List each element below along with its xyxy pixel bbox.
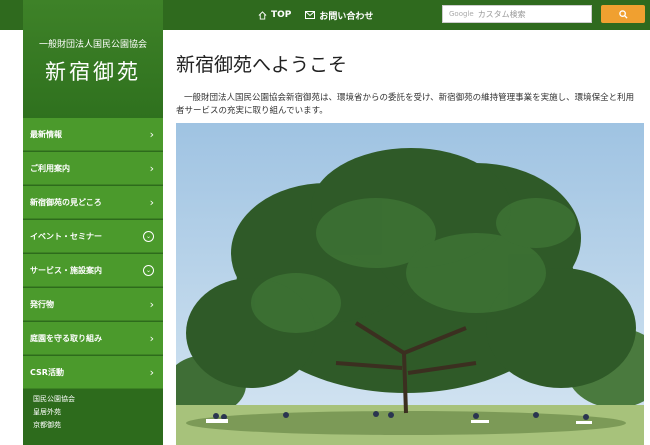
- sidebar-item-conservation[interactable]: 庭園を守る取り組み ›: [23, 322, 163, 355]
- sidebar: 一般財団法人国民公園協会 新宿御苑 最新情報 › ご利用案内 › 新宿御苑の見ど…: [23, 0, 163, 445]
- sidebar-item-label: CSR活動: [30, 367, 64, 377]
- search-placeholder: カスタム検索: [477, 9, 526, 19]
- top-link[interactable]: TOP: [258, 10, 291, 20]
- sidebar-item-guide[interactable]: ご利用案内 ›: [23, 152, 163, 185]
- sub-links: 国民公園協会 皇居外苑 京都御苑: [33, 393, 75, 432]
- sidebar-item-label: 庭園を守る取り組み: [30, 333, 102, 343]
- sidebar-item-label: ご利用案内: [30, 163, 70, 173]
- brand-logo[interactable]: 一般財団法人国民公園協会 新宿御苑: [23, 0, 163, 118]
- org-name: 一般財団法人国民公園協会: [38, 40, 147, 50]
- sidebar-item-news[interactable]: 最新情報 ›: [23, 118, 163, 151]
- search-input[interactable]: Google カスタム検索: [442, 5, 592, 23]
- sidebar-item-label: イベント・セミナー: [30, 231, 102, 241]
- top-link-label: TOP: [271, 10, 292, 20]
- chevron-right-icon: ›: [149, 365, 154, 379]
- chevron-right-icon: ›: [149, 297, 154, 311]
- page-title: 新宿御苑へようこそ: [176, 54, 348, 76]
- home-icon: [258, 10, 267, 20]
- contact-link-label: お問い合わせ: [319, 11, 374, 22]
- sidebar-item-highlights[interactable]: 新宿御苑の見どころ ›: [23, 186, 163, 219]
- sub-link[interactable]: 皇居外苑: [33, 406, 75, 419]
- sub-link[interactable]: 国民公園協会: [33, 393, 75, 406]
- chevron-right-icon: ›: [149, 331, 154, 345]
- sidebar-item-label: サービス・施設案内: [30, 265, 102, 275]
- search-icon: [618, 9, 628, 19]
- sidebar-menu: 最新情報 › ご利用案内 › 新宿御苑の見どころ › イベント・セミナー ⌄ サ…: [23, 118, 163, 390]
- hero-photo: [176, 123, 644, 445]
- sidebar-item-label: 新宿御苑の見どころ: [30, 197, 102, 207]
- mail-icon: [305, 11, 316, 19]
- contact-link[interactable]: お問い合わせ: [305, 9, 373, 22]
- sidebar-item-label: 発行物: [30, 299, 54, 309]
- intro-text: 一般財団法人国民公園協会新宿御苑は、環境省からの委託を受け、新宿御苑の維持管理事…: [176, 92, 635, 116]
- sidebar-item-services[interactable]: サービス・施設案内 ⌄: [23, 254, 163, 287]
- top-nav: TOP お問い合わせ: [258, 0, 373, 30]
- sidebar-item-label: 最新情報: [30, 129, 62, 139]
- sub-link[interactable]: 京都御苑: [33, 419, 75, 432]
- sidebar-item-events[interactable]: イベント・セミナー ⌄: [23, 220, 163, 253]
- chevron-right-icon: ›: [149, 195, 154, 209]
- sidebar-item-publications[interactable]: 発行物 ›: [23, 288, 163, 321]
- site-name: 新宿御苑: [45, 60, 141, 84]
- search-button[interactable]: [601, 5, 645, 23]
- google-label: Google: [449, 10, 474, 18]
- chevron-right-icon: ›: [149, 127, 154, 141]
- sidebar-item-csr[interactable]: CSR活動 ›: [23, 356, 163, 389]
- chevron-down-icon: ⌄: [143, 230, 154, 242]
- chevron-down-icon: ⌄: [143, 264, 154, 276]
- chevron-right-icon: ›: [149, 161, 154, 175]
